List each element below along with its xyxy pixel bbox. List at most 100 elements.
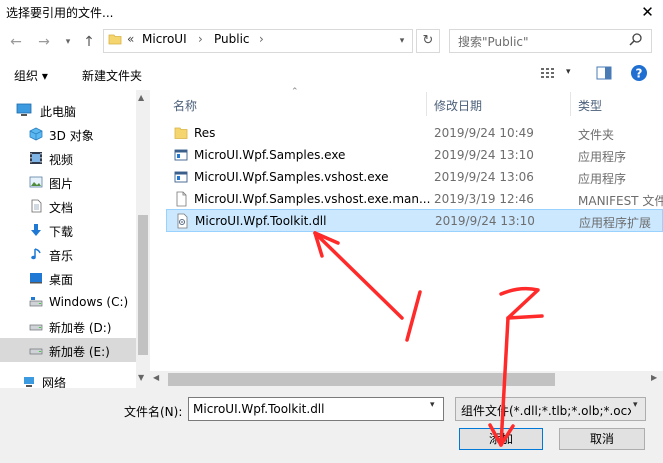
up-arrow-icon[interactable]: ↑ [79,32,99,52]
annotation-arrow-1 [313,231,404,320]
filename-value: MicroUI.Wpf.Toolkit.dll [193,402,325,416]
sidebar-item-label: 图片 [49,177,74,191]
music-icon [29,247,43,261]
add-button[interactable]: 添加 [459,428,543,450]
folder-icon [108,32,122,46]
search-icon[interactable] [628,31,644,49]
organize-button[interactable]: 组织 ▾ [14,67,48,84]
sidebar-item-videos[interactable]: 视频 [0,146,136,170]
sidebar-item-label: 文档 [49,201,74,215]
view-options-icon[interactable] [540,66,558,80]
scroll-left-icon[interactable]: ◀ [153,373,159,382]
back-arrow-icon[interactable]: ← [6,32,26,52]
drive-icon [29,319,43,333]
computer-icon [16,103,32,117]
breadcrumb-separator[interactable]: › [259,32,264,46]
file-date: 2019/9/24 10:49 [434,126,534,140]
column-header-name[interactable]: 名称 [173,97,197,114]
scroll-up-icon[interactable]: ▲ [138,93,144,102]
sidebar-item-music[interactable]: 音乐 [0,242,136,266]
exe-icon [174,147,188,163]
file-row[interactable]: MicroUI.Wpf.Samples.vshost.exe.man... 20… [166,188,663,210]
sidebar-item-label: 音乐 [49,249,74,263]
desktop-icon [29,271,43,285]
download-icon [29,223,43,237]
sidebar-item-label: 桌面 [49,273,74,287]
sidebar-item-documents[interactable]: 文档 [0,194,136,218]
file-name: MicroUI.Wpf.Samples.exe [194,148,346,162]
annotation-two-glyph [499,286,544,320]
file-type: 文件夹 [578,128,615,142]
file-type: 应用程序扩展 [579,216,652,230]
file-name: Res [194,126,216,140]
horizontal-scroll-thumb[interactable] [168,373,555,386]
picture-icon [29,175,43,189]
network-icon [22,375,36,388]
cancel-button[interactable]: 取消 [559,428,645,450]
sidebar-item-drive-c[interactable]: Windows (C:) [0,290,136,314]
sidebar-item-label: 下载 [49,225,74,239]
file-date: 2019/3/19 12:46 [434,192,534,206]
window-title: 选择要引用的文件... [6,6,114,20]
scroll-right-icon[interactable]: ▶ [651,373,657,382]
sidebar-item-3d-objects[interactable]: 3D 对象 [0,122,136,146]
column-header-date[interactable]: 修改日期 [434,97,482,114]
breadcrumb-overflow[interactable]: « [127,32,134,46]
file-name: MicroUI.Wpf.Toolkit.dll [195,214,327,228]
cube-icon [29,127,43,141]
breadcrumb-microui[interactable]: MicroUI [142,32,187,46]
sidebar-item-drive-e[interactable]: 新加卷 (E:) [0,338,136,362]
sidebar-item-label: 视频 [49,153,74,167]
breadcrumb-separator[interactable]: › [198,32,203,46]
file-type-filter-value: 组件文件(*.dll;*.tlb;*.olb;*.ocx; [461,404,631,418]
sidebar-item-label: 新加卷 (E:) [49,345,110,359]
file-row[interactable]: MicroUI.Wpf.Samples.vshost.exe 2019/9/24… [166,166,663,188]
scroll-down-icon[interactable]: ▼ [138,373,144,382]
new-folder-button[interactable]: 新建文件夹 [82,67,142,84]
file-row[interactable]: Res 2019/9/24 10:49 文件夹 [166,122,663,144]
filename-label: 文件名(N): [124,405,183,419]
file-name: MicroUI.Wpf.Samples.vshost.exe [194,170,389,184]
sidebar-item-label: 3D 对象 [49,129,94,143]
recent-locations-icon[interactable]: ▾ [58,32,78,52]
annotation-arrowhead-1 [313,231,340,258]
drive-icon [29,343,43,357]
sidebar-item-desktop[interactable]: 桌面 [0,266,136,290]
breadcrumb-public[interactable]: Public [214,32,250,46]
file-icon [174,191,188,207]
sidebar-item-label: 新加卷 (D:) [49,321,112,335]
dll-icon [175,213,189,229]
refresh-icon[interactable]: ↻ [416,29,440,53]
filter-dropdown-icon[interactable]: ▾ [633,400,638,410]
column-divider[interactable] [570,92,571,116]
address-dropdown-icon[interactable]: ▾ [394,30,410,52]
file-row-selected[interactable]: MicroUI.Wpf.Toolkit.dll 2019/9/24 13:10 … [166,209,663,232]
sidebar-item-network[interactable]: 网络 [0,372,136,388]
sidebar-item-downloads[interactable]: 下载 [0,218,136,242]
file-name: MicroUI.Wpf.Samples.vshost.exe.man... [194,192,431,206]
column-header-type[interactable]: 类型 [578,97,602,114]
file-row[interactable]: MicroUI.Wpf.Samples.exe 2019/9/24 13:10 … [166,144,663,166]
file-date: 2019/9/24 13:10 [435,214,535,228]
help-icon[interactable]: ? [630,64,648,82]
sidebar-item-label: 此电脑 [40,105,77,119]
file-date: 2019/9/24 13:10 [434,148,534,162]
document-icon [29,199,43,213]
sidebar-item-drive-d[interactable]: 新加卷 (D:) [0,314,136,338]
view-dropdown-icon[interactable]: ▾ [566,67,571,77]
close-button[interactable]: ✕ [632,0,663,24]
file-type: MANIFEST 文件 [578,194,663,208]
sidebar-item-pictures[interactable]: 图片 [0,170,136,194]
video-icon [29,151,43,165]
forward-arrow-icon[interactable]: → [34,32,54,52]
column-divider[interactable] [426,92,427,116]
preview-pane-icon[interactable] [596,66,612,80]
file-date: 2019/9/24 13:06 [434,170,534,184]
sidebar-item-this-pc[interactable]: 此电脑 [0,98,136,122]
sidebar-item-label: Windows (C:) [49,295,129,309]
folder-icon [174,125,188,141]
sidebar-scroll-thumb[interactable] [138,215,148,355]
file-type: 应用程序 [578,150,627,164]
sidebar-item-label: 网络 [42,376,67,388]
filename-dropdown-icon[interactable]: ▾ [430,400,435,410]
